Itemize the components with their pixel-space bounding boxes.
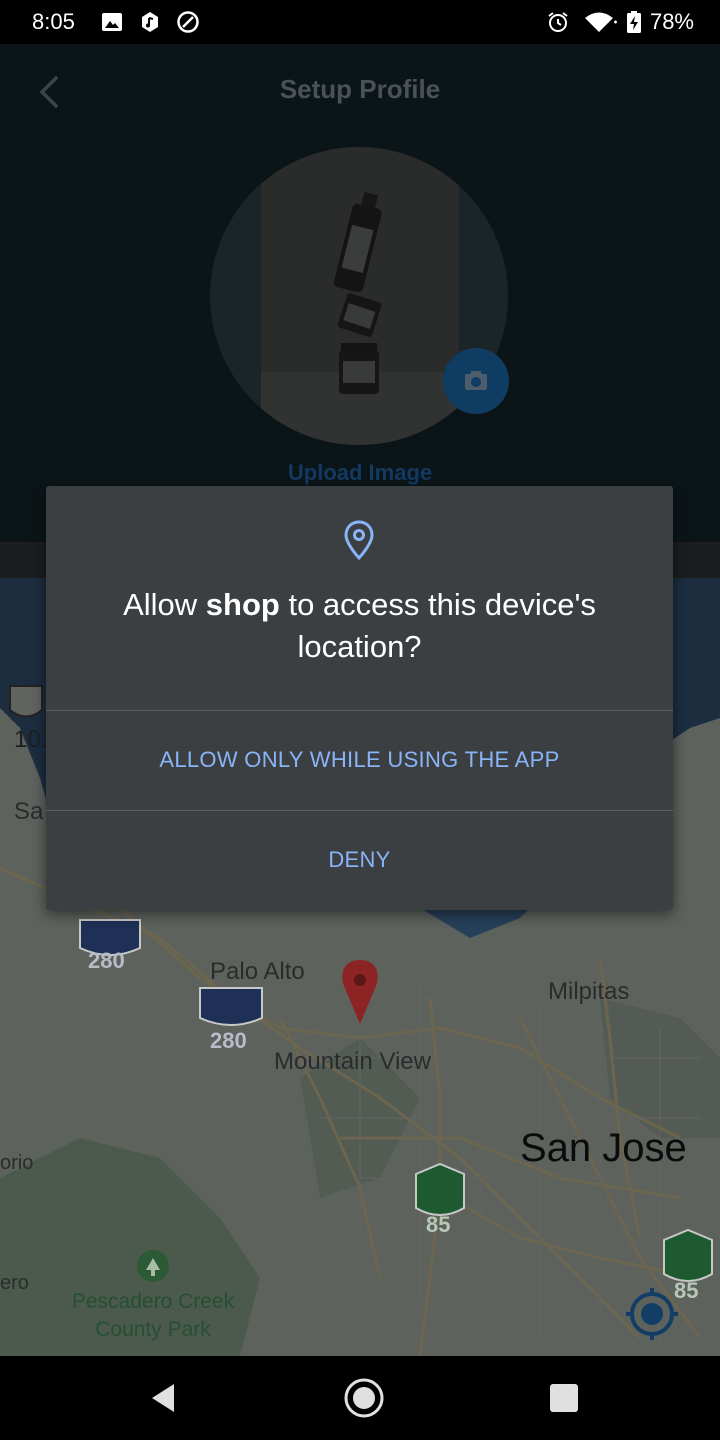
- dialog-title: Allow shop to access this device's locat…: [76, 584, 643, 668]
- map-label-hw-280-a: 280: [88, 948, 125, 973]
- map-label-milpitas: Milpitas: [548, 978, 630, 1005]
- battery-charging-icon: [627, 11, 641, 33]
- back-triangle-icon[interactable]: [142, 1376, 186, 1420]
- map-label-park-line1: Pescadero Creek: [71, 1290, 235, 1313]
- map-label-palo-alto: Palo Alto: [210, 958, 305, 985]
- dialog-title-suffix: to access this device's location?: [279, 587, 596, 664]
- product-photo-icon: [261, 191, 459, 445]
- wifi-icon: [585, 12, 617, 32]
- location-pin-icon: [344, 520, 374, 560]
- map-label-park: Pescadero Creek County Park: [60, 1288, 246, 1344]
- profile-photo: [261, 147, 459, 445]
- battery-percentage: 78%: [649, 9, 694, 34]
- map-label-san-jose: San Jose: [520, 1126, 687, 1170]
- alarm-icon: [548, 12, 568, 32]
- map-label-ero: ero: [0, 1272, 29, 1294]
- dialog-title-app: shop: [205, 587, 280, 622]
- map-label-orio: orio: [0, 1152, 34, 1174]
- allow-while-using-button[interactable]: ALLOW ONLY WHILE USING THE APP: [46, 711, 673, 809]
- image-icon: [102, 13, 122, 31]
- navigation-bar: [0, 1356, 720, 1440]
- location-permission-dialog: Allow shop to access this device's locat…: [46, 486, 673, 910]
- status-time: 8:05: [32, 9, 75, 34]
- map-label-sa: Sa: [14, 798, 44, 825]
- dialog-title-prefix: Allow: [123, 587, 206, 622]
- recents-square-icon[interactable]: [542, 1376, 586, 1420]
- map-label-park-line2: County Park: [95, 1318, 211, 1341]
- map-label-mountain-view: Mountain View: [274, 1048, 431, 1075]
- status-bar: 8:05 78%: [0, 0, 720, 44]
- home-circle-icon[interactable]: [342, 1376, 386, 1420]
- camera-button[interactable]: [443, 348, 509, 414]
- camera-icon: [465, 371, 487, 390]
- my-location-icon[interactable]: [624, 1286, 680, 1342]
- at-sign-icon: [177, 11, 199, 33]
- map-label-hw-280-b: 280: [210, 1028, 247, 1053]
- map-label-hw-85-a: 85: [426, 1212, 451, 1237]
- upload-image-link[interactable]: Upload Image: [0, 460, 720, 486]
- page-title: Setup Profile: [279, 74, 441, 104]
- music-icon: [142, 12, 158, 32]
- deny-button[interactable]: DENY: [46, 811, 673, 909]
